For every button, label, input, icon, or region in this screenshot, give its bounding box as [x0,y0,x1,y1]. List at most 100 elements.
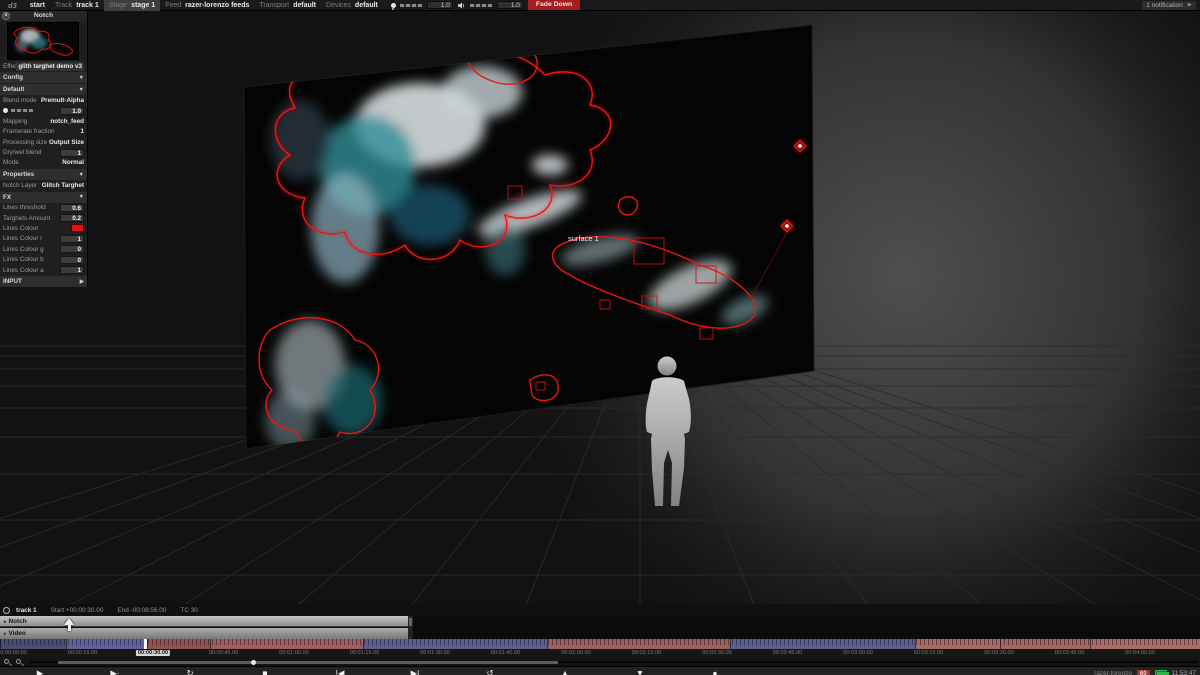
property-value-box[interactable]: 0.6 [60,203,84,212]
edge-marker-bottom[interactable] [778,217,796,235]
brightness-value[interactable]: 1.0 [426,1,453,9]
ruler-tick-label[interactable]: 00:01:30.00 [420,650,450,656]
editor-title-bar[interactable]: × Notch [0,10,87,21]
property-row-processing-size[interactable]: Processing size Output Size [0,137,87,147]
section-expand-icon[interactable]: ▼ [79,87,84,93]
property-row-targhets-amount[interactable]: Targhets Amount 0.2 [0,213,87,223]
ruler-tick-label[interactable]: 00:02:15.00 [632,650,662,656]
property-row-mode[interactable]: Mode Normal [0,158,87,168]
timeline-ruler[interactable]: 00:00:00.00 00:00:15.00 00:00:30.00 00:00:4… [0,649,1200,658]
section-expand-icon[interactable]: ▼ [79,194,84,200]
section-header-config[interactable]: Config ▼ [0,72,87,84]
menu-devices[interactable]: Devices default [321,0,383,11]
ruler-tick-label[interactable]: 00:03:00.00 [843,650,873,656]
property-row-dry-wet-blend[interactable]: Dry/wet blend 1 [0,147,87,157]
volume-slider[interactable] [469,3,492,7]
section-expand-icon[interactable]: ▶ [80,279,84,285]
down-button[interactable]: ▼ [636,667,644,675]
property-row-lines-threshold[interactable]: Lines threshold 0.6 [0,203,87,213]
ruler-tick-label[interactable]: 00:00:30.00 [135,650,171,656]
close-icon[interactable]: × [2,11,10,20]
layer-bar-video[interactable]: ▸ Video [0,628,408,639]
property-value[interactable]: Premult-Alpha [41,97,84,104]
section-header-properties[interactable]: Properties ▼ [0,169,87,181]
ruler-tick-label[interactable]: 00:00:45.00 [209,650,239,656]
colour-swatch[interactable] [71,224,84,233]
next-section-button[interactable]: ▶| [411,667,420,675]
effect-preview-thumbnail[interactable] [7,22,79,60]
ruler-tick-label[interactable]: 00:00:00.00 [0,650,27,656]
property-row-slider[interactable]: 1.0 [0,106,87,116]
property-row-framerate-fraction[interactable]: Framerate fraction 1 [0,127,87,137]
property-slider[interactable] [11,109,33,113]
property-value-box[interactable]: 1 [60,234,84,243]
property-value-box[interactable]: 1 [60,148,84,157]
section-header-fx[interactable]: FX ▼ [0,191,87,203]
zoom-out-icon[interactable] [4,659,9,664]
property-value-box[interactable]: 1.0 [60,106,84,115]
property-value[interactable]: Glitch Targhet [42,182,84,189]
section-expand-icon[interactable]: ▼ [79,75,84,81]
ruler-tick-label[interactable]: 00:02:30.00 [702,650,732,656]
property-row-mapping[interactable]: Mapping notch_feed [0,116,87,126]
layer-expander-icon[interactable]: ▸ [4,631,7,637]
ruler-tick-label[interactable]: 00:02:00.00 [561,650,591,656]
property-value-box[interactable]: 0.2 [60,214,84,223]
ruler-tick-label[interactable]: 00:02:45.00 [773,650,803,656]
fade-down-button[interactable]: Fade Down [527,0,581,10]
property-value[interactable]: notch_feed [50,118,84,125]
timeline-track-name[interactable]: track 1 [16,607,37,614]
property-row-lines-colour-a[interactable]: Lines Colour a 1 [0,265,87,275]
volume-value[interactable]: 1.0 [496,1,523,9]
edge-marker-top[interactable] [791,137,809,155]
menu-feed[interactable]: Feed razer-lorenzo feeds [160,0,254,11]
notification-button[interactable]: 1 notification ▶ [1142,1,1196,10]
ruler-tick-label[interactable]: 00:04:00.00 [1125,650,1155,656]
play-section-button[interactable]: ▶· [110,667,119,675]
return-to-start-button[interactable]: ↺ [486,667,493,675]
menu-stage[interactable]: Stage stage 1 [103,0,161,11]
property-value-box[interactable]: 0 [60,245,84,254]
ruler-tick-label[interactable]: 00:03:45.00 [1055,650,1085,656]
brightness-slider[interactable] [399,3,422,7]
effect-row[interactable]: Effect glith targhet demo v3 [0,61,87,71]
ruler-tick-label[interactable]: 00:01:45.00 [491,650,521,656]
playhead-cursor[interactable] [64,618,74,631]
property-value[interactable]: Output Size [49,139,84,146]
ruler-tick-label[interactable]: 00:01:00.00 [279,650,309,656]
menu-transport[interactable]: Transport default [254,0,321,11]
ruler-tick-label[interactable]: 00:03:30.00 [984,650,1014,656]
ruler-tick-label[interactable]: 00:03:15.00 [914,650,944,656]
zoom-in-icon[interactable] [16,659,21,664]
up-button[interactable]: ▲ [561,667,569,675]
property-row-notch-layer[interactable]: Notch Layer Glitch Targhet [0,180,87,190]
property-row-blend-mode[interactable]: Blend mode Premult-Alpha [0,95,87,105]
property-value-box[interactable]: 0 [60,255,84,264]
layers-scrollbar[interactable] [408,616,413,639]
section-expand-icon[interactable]: ▼ [79,172,84,178]
play-button[interactable]: ▶ [37,667,44,675]
stage-3d-viewport[interactable]: surface 1 [0,11,1200,604]
slider-knob-icon[interactable] [3,108,8,114]
menu-track[interactable]: Track track 1 [50,0,104,11]
layer-expander-icon[interactable]: ▸ [4,619,7,625]
property-row-lines-colour-r[interactable]: Lines Colour r 1 [0,234,87,244]
property-value[interactable]: 1 [80,128,84,135]
property-value[interactable]: Normal [62,159,84,166]
track-record-icon[interactable] [3,606,10,614]
section-header-input[interactable]: INPUT ▶ [0,276,87,288]
property-row-lines-colour-g[interactable]: Lines Colour g 0 [0,244,87,254]
effect-value[interactable]: glith targhet demo v3 [16,61,84,71]
stop-button[interactable]: ■ [262,667,267,675]
ruler-tick-label[interactable]: 00:01:15.00 [350,650,380,656]
record-button[interactable]: ● [712,667,717,675]
ruler-tick-label[interactable]: 00:00:15.00 [68,650,98,656]
prev-section-button[interactable]: |◀ [336,667,345,675]
loop-play-button[interactable]: ↻ [186,667,193,675]
timeline-section-band[interactable] [0,639,1200,649]
section-header-default[interactable]: Default ▼ [0,84,87,96]
property-row-lines-colour[interactable]: Lines Colour [0,223,87,233]
timeline-scroll-thumb[interactable] [58,660,558,664]
property-value-box[interactable]: 1 [60,266,84,275]
property-row-lines-colour-b[interactable]: Lines Colour b 0 [0,254,87,264]
